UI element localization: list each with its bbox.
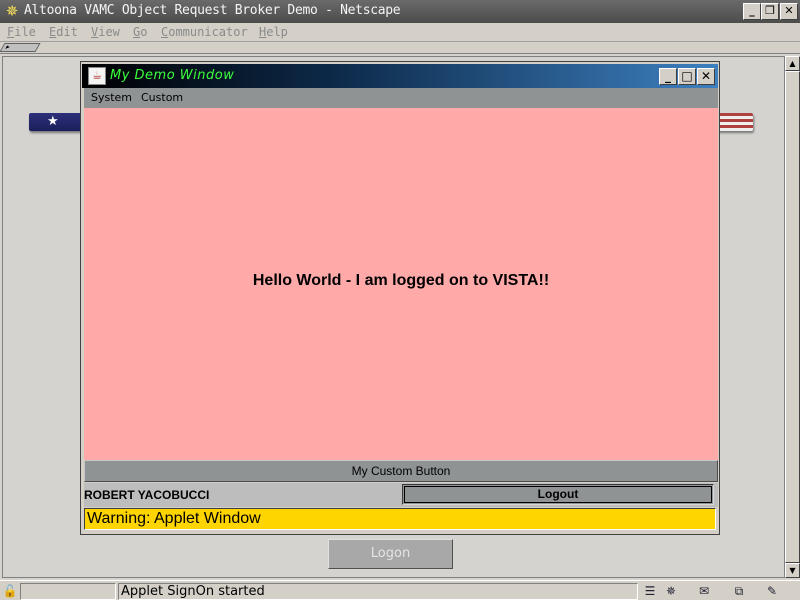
discussion-icon[interactable]: ⧉ — [730, 583, 748, 599]
flag-banner-left: ★ — [29, 113, 83, 131]
applet-maximize-icon[interactable]: □ — [678, 68, 696, 85]
flag-banner-right — [717, 113, 753, 131]
collapsed-toolbar: ▸ — [0, 42, 800, 54]
security-lock-icon[interactable]: 🔓 — [2, 583, 18, 599]
netscape-logo-icon[interactable]: ✵ — [4, 3, 20, 19]
applet-menu-custom[interactable]: Custom — [141, 91, 183, 104]
navigator-icon[interactable]: ✵ — [662, 583, 680, 599]
browser-title: Altoona VAMC Object Request Broker Demo … — [24, 3, 401, 18]
applet-title-bar[interactable]: ☕ My Demo Window _ □ ✕ — [82, 64, 718, 88]
java-cup-icon[interactable]: ☕ — [88, 67, 106, 85]
restore-icon[interactable]: ❐ — [761, 3, 779, 20]
progress-field — [20, 583, 116, 600]
applet-warning-banner: Warning: Applet Window — [84, 508, 716, 530]
browser-status-bar: 🔓 Applet SignOn started ☰ ✵ ✉ ⧉ ✎ — [0, 580, 800, 600]
composer-icon[interactable]: ✎ — [763, 583, 781, 599]
custom-button[interactable]: My Custom Button — [84, 460, 718, 482]
menu-view[interactable]: View — [91, 25, 120, 39]
mail-icon[interactable]: ✉ — [695, 583, 713, 599]
hello-message: Hello World - I am logged on to VISTA!! — [252, 272, 550, 289]
applet-close-icon[interactable]: ✕ — [697, 68, 715, 85]
menu-edit[interactable]: Edit — [49, 25, 78, 39]
status-text: Applet SignOn started — [121, 584, 265, 599]
applet-body: Hello World - I am logged on to VISTA!! — [84, 108, 718, 460]
applet-menu-system[interactable]: System — [91, 91, 132, 104]
applet-window: ☕ My Demo Window _ □ ✕ System Custom Hel… — [80, 61, 720, 535]
scroll-thumb[interactable] — [785, 71, 800, 563]
scroll-down-icon[interactable]: ▼ — [785, 563, 800, 578]
applet-minimize-icon[interactable]: _ — [659, 68, 677, 85]
component-bar-icon[interactable]: ☰ — [641, 583, 659, 599]
logon-button[interactable]: Logon — [328, 539, 453, 569]
menu-go[interactable]: Go — [133, 25, 147, 39]
user-row: ROBERT YACOBUCCI Logout — [84, 483, 718, 507]
close-icon[interactable]: ✕ — [780, 3, 798, 20]
user-name-label: ROBERT YACOBUCCI — [84, 488, 210, 502]
scroll-up-icon[interactable]: ▲ — [785, 56, 800, 71]
menu-communicator[interactable]: Communicator — [161, 25, 248, 39]
menu-help[interactable]: Help — [259, 25, 288, 39]
applet-menu-bar: System Custom — [84, 88, 718, 108]
browser-title-bar: ✵ Altoona VAMC Object Request Broker Dem… — [0, 0, 800, 23]
menu-file[interactable]: File — [7, 25, 36, 39]
vertical-scrollbar[interactable]: ▲ ▼ — [785, 56, 800, 578]
toolbar-expand-tab[interactable]: ▸ — [0, 43, 41, 52]
minimize-icon[interactable]: _ — [743, 3, 761, 20]
applet-title: My Demo Window — [110, 68, 235, 83]
logout-button[interactable]: Logout — [402, 484, 714, 505]
browser-menu-bar: File Edit View Go Communicator Help — [0, 23, 800, 42]
